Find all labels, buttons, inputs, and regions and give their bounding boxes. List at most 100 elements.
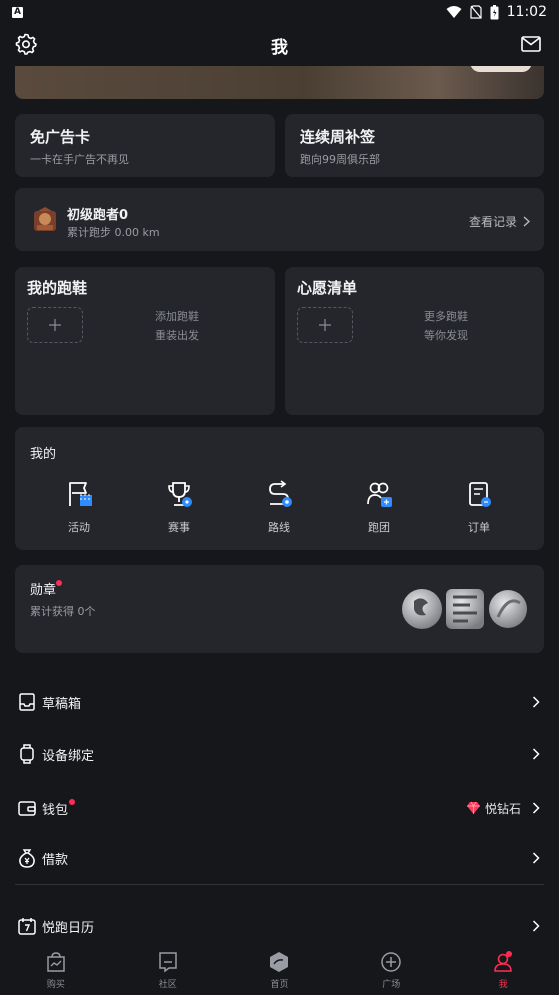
plus-icon	[49, 319, 61, 331]
ad-free-subtitle: 一卡在手广告不再见	[30, 153, 129, 166]
chevron-right-icon	[532, 920, 540, 932]
add-shoes-button[interactable]	[27, 307, 83, 343]
shopping-bag-icon	[47, 952, 65, 972]
mine-item-activity-label: 活动	[68, 521, 90, 534]
plus-circle-icon	[381, 952, 402, 972]
nav-tab-me-label: 我	[498, 980, 508, 990]
wishlist-hint-line2: 等你发现	[424, 329, 468, 342]
badges-card[interactable]: 勋章 累计获得 0个	[15, 565, 544, 653]
menu-wallet[interactable]: 钱包 悦钻石	[0, 786, 559, 830]
mine-item-activity[interactable]: 活动	[49, 479, 109, 535]
wishlist-card[interactable]: 心愿清单 更多跑鞋 等你发现	[285, 267, 544, 415]
weekly-makeup-card[interactable]: 连续周补签 跑向99周俱乐部	[285, 114, 544, 177]
nav-tab-home[interactable]: 首页	[224, 945, 336, 995]
mine-item-route-label: 路线	[268, 521, 290, 534]
menu-wallet-label: 钱包	[42, 802, 69, 818]
ad-free-title: 免广告卡	[30, 128, 91, 146]
status-bar: A 11:02	[0, 0, 559, 24]
my-shoes-title: 我的跑鞋	[27, 279, 88, 297]
bottom-navigation: 购买 社区 首页 广场 我	[0, 945, 559, 995]
nav-tab-home-label: 首页	[270, 980, 289, 990]
mine-item-route[interactable]: 路线	[249, 479, 309, 535]
profile-icon	[494, 951, 513, 972]
runner-distance: 累计跑步 0.00 km	[67, 226, 160, 239]
view-records-link[interactable]: 查看记录	[469, 213, 530, 230]
wallet-diamond: 悦钻石	[466, 800, 521, 817]
weekly-makeup-subtitle: 跑向99周俱乐部	[300, 153, 380, 166]
runner-level: 初级跑者0	[67, 208, 129, 223]
banner-decoration	[470, 66, 532, 72]
top-bar: 我	[0, 24, 559, 66]
home-logo-icon	[270, 952, 289, 972]
chevron-right-icon	[532, 802, 540, 814]
view-records-label: 查看记录	[468, 215, 517, 229]
chat-box-icon	[158, 952, 177, 973]
diamond-icon	[466, 801, 480, 814]
plus-icon	[319, 319, 331, 331]
badges-count: 累计获得 0个	[30, 605, 96, 618]
menu-calendar[interactable]: 悦跑日历	[0, 904, 559, 948]
wishlist-hint: 更多跑鞋 等你发现	[406, 307, 486, 345]
group-icon	[367, 482, 392, 507]
activity-flag-icon	[69, 482, 92, 506]
add-shoes-hint-line1: 添加跑鞋	[155, 310, 199, 323]
battery-icon	[490, 4, 499, 19]
settings-gear-icon[interactable]	[14, 32, 38, 56]
nav-tab-community-label: 社区	[158, 980, 177, 990]
nav-tab-shop-label: 购买	[46, 980, 65, 990]
chevron-right-icon	[532, 748, 540, 760]
mine-item-race-label: 赛事	[168, 521, 190, 534]
add-shoes-hint: 添加跑鞋 重装出发	[137, 307, 217, 345]
wishlist-hint-line1: 更多跑鞋	[424, 310, 468, 323]
mail-icon[interactable]	[519, 32, 543, 56]
calendar-icon	[18, 918, 36, 935]
menu-loan[interactable]: 借款	[0, 836, 559, 880]
wifi-icon	[446, 6, 462, 18]
menu-drafts-label: 草稿箱	[42, 696, 82, 712]
menu-calendar-label: 悦跑日历	[42, 920, 95, 936]
menu-device-label: 设备绑定	[42, 748, 95, 764]
page-title: 我	[271, 37, 288, 58]
mine-item-group[interactable]: 跑团	[349, 479, 409, 535]
badges-notification-dot	[56, 580, 62, 586]
chevron-right-icon	[532, 852, 540, 864]
drafts-box-icon	[19, 693, 35, 711]
watch-icon	[20, 744, 34, 764]
mine-section: 我的 活动 赛事 路线 跑团 订单	[15, 427, 544, 550]
ad-free-card[interactable]: 免广告卡 一卡在手广告不再见	[15, 114, 275, 177]
trophy-icon	[168, 482, 192, 507]
mine-item-group-label: 跑团	[368, 521, 390, 534]
wallet-notification-dot	[69, 799, 75, 805]
add-wishlist-button[interactable]	[297, 307, 353, 343]
no-sim-icon	[470, 5, 482, 19]
nav-tab-plaza-label: 广场	[382, 980, 401, 990]
my-shoes-card[interactable]: 我的跑鞋 添加跑鞋 重装出发	[15, 267, 275, 415]
mine-title: 我的	[30, 447, 57, 462]
wallet-diamond-label: 悦钻石	[484, 801, 521, 816]
route-icon	[269, 480, 292, 507]
chevron-right-icon	[523, 216, 530, 227]
status-time: 11:02	[506, 4, 547, 20]
menu-device-binding[interactable]: 设备绑定	[0, 732, 559, 776]
add-shoes-hint-line2: 重装出发	[155, 329, 199, 342]
nav-tab-community[interactable]: 社区	[112, 945, 224, 995]
app-notification-icon: A	[12, 6, 23, 18]
money-bag-icon	[19, 849, 35, 868]
runner-level-card[interactable]: 初级跑者0 累计跑步 0.00 km 查看记录	[15, 188, 544, 251]
order-icon	[469, 482, 491, 507]
mine-item-order-label: 订单	[468, 521, 490, 534]
wallet-icon	[18, 801, 36, 816]
nav-tab-shop[interactable]: 购买	[0, 945, 112, 995]
runner-level-badge-icon	[34, 207, 56, 231]
weekly-makeup-title: 连续周补签	[300, 128, 376, 146]
menu-loan-label: 借款	[42, 852, 69, 868]
nav-tab-me[interactable]: 我	[447, 945, 559, 995]
mine-item-order[interactable]: 订单	[449, 479, 509, 535]
mine-item-race[interactable]: 赛事	[149, 479, 209, 535]
medal-preview-icon	[402, 589, 527, 629]
profile-banner[interactable]	[15, 66, 544, 99]
nav-tab-plaza[interactable]: 广场	[335, 945, 447, 995]
wishlist-title: 心愿清单	[297, 279, 358, 297]
chevron-right-icon	[532, 696, 540, 708]
menu-drafts[interactable]: 草稿箱	[0, 680, 559, 724]
